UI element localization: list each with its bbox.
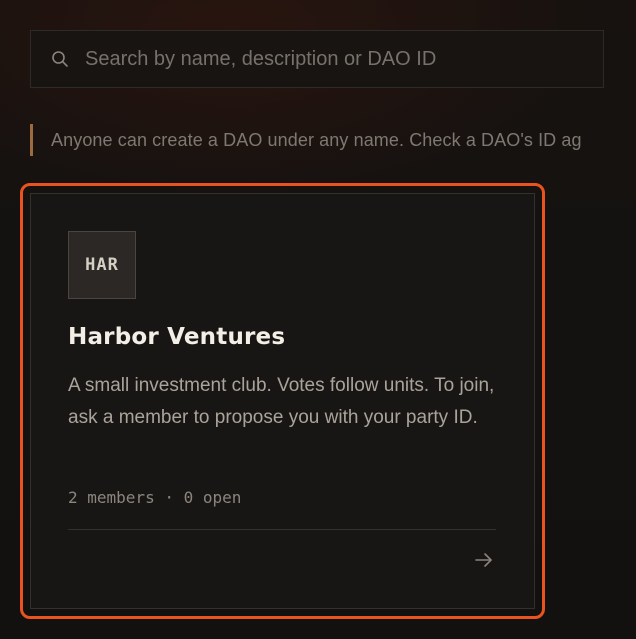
- dao-meta: 2 members · 0 open: [68, 488, 242, 507]
- dao-name: Harbor Ventures: [68, 324, 286, 350]
- notice-banner: Anyone can create a DAO under any name. …: [30, 124, 636, 156]
- notice-text: Anyone can create a DAO under any name. …: [51, 129, 582, 150]
- card-divider: [68, 529, 496, 530]
- arrow-right-icon[interactable]: [473, 549, 495, 571]
- search-box[interactable]: [30, 30, 604, 88]
- search-icon: [51, 50, 69, 68]
- search-input[interactable]: [85, 31, 603, 87]
- dao-avatar: HAR: [68, 231, 136, 299]
- dao-card[interactable]: HAR Harbor Ventures A small investment c…: [30, 193, 535, 609]
- dao-description: A small investment club. Votes follow un…: [68, 375, 495, 428]
